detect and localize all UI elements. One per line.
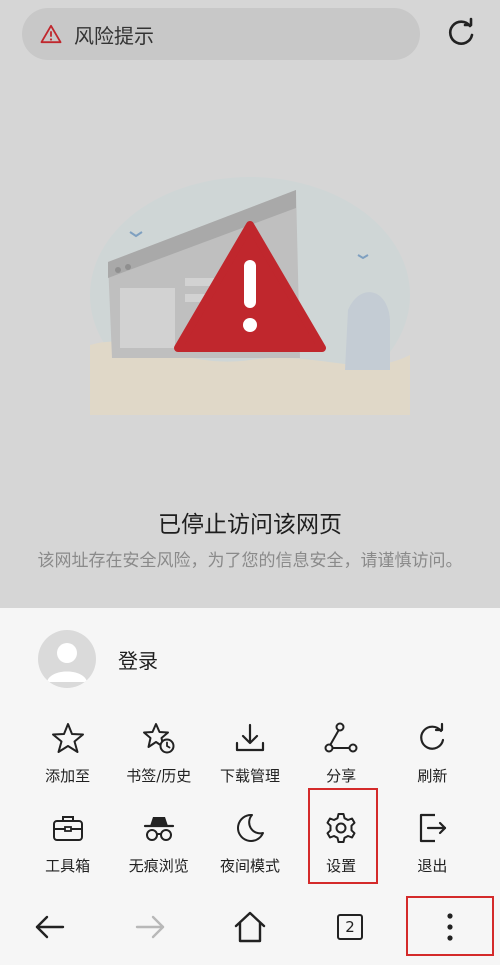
menu-item-label: 工具箱 (45, 857, 91, 875)
back-arrow-icon[interactable] (32, 909, 68, 945)
moon-icon (236, 813, 264, 842)
bottom-nav-bar: 2 (0, 895, 500, 965)
menu-item-share[interactable]: 分享 (296, 713, 387, 803)
tab-count-badge: 2 (337, 914, 363, 940)
menu-item-incognito[interactable]: 无痕浏览 (113, 803, 204, 893)
blocked-description: 该网址存在安全风险，为了您的信息安全，请谨慎访问。 (37, 551, 463, 571)
warning-triangle-icon (40, 24, 62, 44)
user-icon (47, 643, 87, 682)
menu-item-label: 添加至 (45, 767, 91, 785)
menu-item-refresh[interactable]: 刷新 (387, 713, 478, 803)
menu-item-label: 刷新 (417, 767, 448, 785)
menu-item-label: 下载管理 (219, 767, 280, 785)
menu-item-downloads[interactable]: 下载管理 (204, 713, 295, 803)
more-menu-icon[interactable] (432, 909, 468, 945)
blocked-heading: 已停止访问该网页 (158, 512, 342, 538)
menu-item-label: 分享 (326, 767, 357, 785)
tab-count: 2 (345, 918, 355, 936)
star-icon (51, 723, 84, 753)
menu-item-night-mode[interactable]: 夜间模式 (204, 803, 295, 893)
home-icon[interactable] (232, 909, 268, 945)
top-bar: 风险提示 (0, 0, 500, 70)
menu-item-settings[interactable]: 设置 (296, 803, 387, 893)
menu-item-label: 无痕浏览 (128, 857, 189, 875)
refresh-icon (420, 722, 445, 750)
menu-item-label: 夜间模式 (219, 857, 280, 875)
menu-item-label: 书签/历史 (126, 767, 192, 785)
danger-illustration (90, 177, 410, 415)
menu-item-label: 设置 (326, 857, 357, 875)
login-label[interactable]: 登录 (118, 645, 158, 674)
menu-item-exit[interactable]: 退出 (387, 803, 478, 893)
menu-item-label: 退出 (417, 857, 448, 875)
incognito-icon (143, 817, 174, 841)
reload-icon[interactable] (444, 16, 478, 50)
avatar[interactable] (38, 630, 96, 688)
menu-grid: 添加至 书签/历史 下载管理 分享 刷新 工具箱 无痕浏览 夜间模式 设置 退出 (22, 713, 478, 893)
login-row[interactable]: 登录 (38, 630, 158, 688)
toolbox-icon (52, 816, 83, 841)
bookmark-history-icon (142, 723, 175, 754)
share-icon (324, 722, 358, 753)
address-bar[interactable]: 风险提示 (22, 8, 420, 60)
download-icon (235, 723, 265, 752)
menu-item-bookmarks-history[interactable]: 书签/历史 (113, 713, 204, 803)
tabs-button[interactable]: 2 (332, 909, 368, 945)
forward-arrow-icon[interactable] (132, 909, 168, 945)
gear-icon (326, 813, 356, 843)
exit-icon (420, 813, 447, 843)
menu-item-toolbox[interactable]: 工具箱 (22, 803, 113, 893)
page-title: 风险提示 (74, 23, 154, 48)
menu-item-add-to[interactable]: 添加至 (22, 713, 113, 803)
